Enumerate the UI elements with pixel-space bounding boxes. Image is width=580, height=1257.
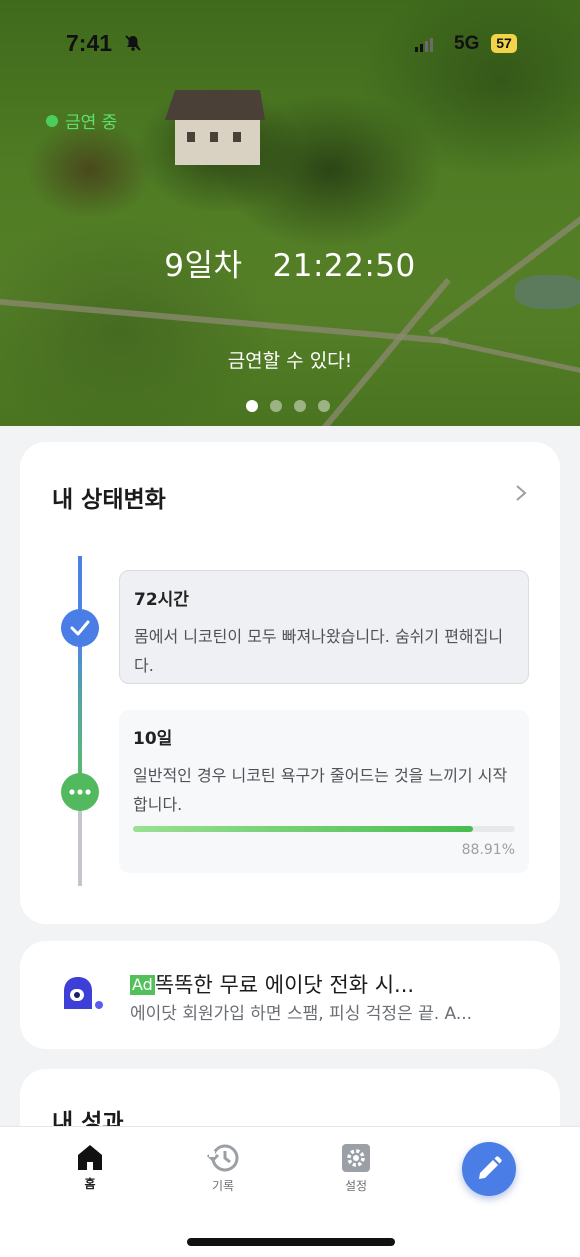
- tab-home[interactable]: 홈: [55, 1143, 125, 1192]
- day-count: 9일차: [164, 248, 243, 284]
- page-indicator[interactable]: [246, 400, 330, 412]
- page-dot-1[interactable]: [246, 400, 258, 412]
- status-card-title: 내 상태변화: [52, 487, 166, 513]
- signal-icon: [415, 38, 433, 52]
- stage-description: 몸에서 니코틴이 모두 빠져나왔습니다. 숨쉬기 편해집니다.: [134, 627, 504, 675]
- stage-title: 10일: [133, 729, 173, 749]
- ad-banner[interactable]: Ad똑똑한 무료 에이닷 전화 시... 에이닷 회원가입 하면 스팸, 피싱 …: [20, 941, 560, 1049]
- stage-progress-fill: [133, 826, 473, 832]
- stage-progress-bar: [133, 826, 515, 832]
- stage-description: 일반적인 경우 니코틴 욕구가 줄어드는 것을 느끼기 시작합니다.: [133, 766, 508, 814]
- stage-item-completed[interactable]: 72시간 몸에서 니코틴이 모두 빠져나왔습니다. 숨쉬기 편해집니다.: [119, 570, 529, 684]
- stage-title: 72시간: [134, 590, 189, 610]
- ad-title-text: 똑똑한 무료 에이닷 전화 시...: [154, 973, 415, 997]
- bell-muted-icon: [125, 35, 141, 51]
- tab-settings[interactable]: 설정: [321, 1143, 391, 1194]
- home-indicator: [187, 1238, 395, 1246]
- network-type: 5G: [454, 33, 480, 54]
- tab-settings-label: 설정: [344, 1179, 368, 1193]
- chevron-right-icon[interactable]: [514, 484, 528, 502]
- adot-logo-icon: [64, 977, 103, 1009]
- elapsed-counter: 9일차 21:22:50: [0, 240, 580, 285]
- tab-history[interactable]: 기록: [188, 1143, 258, 1194]
- battery-indicator: 57: [491, 34, 517, 53]
- pencil-icon: [479, 1156, 502, 1179]
- tab-home-label: 홈: [84, 1177, 96, 1191]
- status-dot-icon: [46, 114, 58, 127]
- quit-status-label: 금연 중: [65, 113, 118, 133]
- status-change-card[interactable]: 내 상태변화 72시간 몸에서 니코틴이 모두 빠져나왔습니다. 숨쉬기 편해집…: [20, 442, 560, 924]
- ad-title[interactable]: Ad똑똑한 무료 에이닷 전화 시...: [130, 969, 530, 999]
- stage-item-current[interactable]: 10일 일반적인 경우 니코틴 욕구가 줄어드는 것을 느끼기 시작합니다. 8…: [119, 710, 529, 873]
- ad-description: 에이닷 회원가입 하면 스팸, 피싱 걱정은 끝. A...: [130, 1004, 473, 1024]
- status-bar-time: 7:41: [66, 30, 113, 56]
- home-icon: [78, 1145, 102, 1170]
- gear-icon: [342, 1144, 370, 1172]
- ad-badge: Ad: [130, 975, 155, 995]
- motto-text: 금연할 수 있다!: [227, 350, 353, 372]
- quit-status-badge: 금연 중: [46, 108, 117, 133]
- page-dot-2[interactable]: [270, 400, 282, 412]
- write-button[interactable]: [462, 1142, 516, 1196]
- scenery-house: [165, 90, 265, 165]
- page-dot-4[interactable]: [318, 400, 330, 412]
- hero-banner[interactable]: 7:41 5G 57 금연 중 9일차 21:22:50 금연할 수 있다!: [0, 0, 580, 426]
- history-icon: [206, 1144, 239, 1172]
- stage-progress-label: 88.91%: [461, 842, 515, 858]
- tab-history-label: 기록: [211, 1179, 235, 1193]
- page-dot-3[interactable]: [294, 400, 306, 412]
- check-icon: [61, 609, 99, 647]
- scenery-road: [0, 298, 449, 345]
- bottom-tab-bar: 홈 기록 설정: [0, 1126, 580, 1257]
- elapsed-time: 21:22:50: [272, 248, 416, 284]
- more-dots-icon: [61, 773, 99, 811]
